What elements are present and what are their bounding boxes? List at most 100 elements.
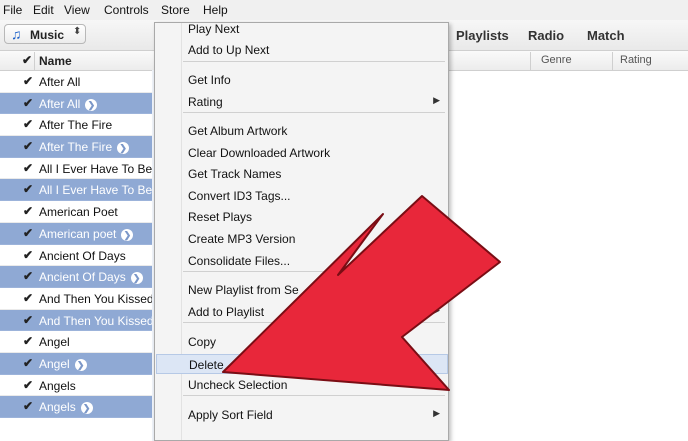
context-menu-item[interactable]: Get Album Artwork [156,121,448,141]
context-menu-item[interactable]: Get Info [156,70,448,90]
song-list: ✔ After All ✔ After All ❯ ✔ After The Fire ✔ Aft… [0,71,152,441]
song-row[interactable]: ✔ And Then You Kissed [0,288,152,310]
song-row[interactable]: ✔ Angel [0,331,152,353]
context-menu: Play Next Add to Up Next Get Info Rating ▶ Ge… [154,22,449,441]
header-divider [34,52,35,70]
header-genre-column[interactable]: Genre [541,54,572,66]
song-checkbox[interactable]: ✔ [23,139,33,153]
library-selector-button[interactable]: ♫ Music ⬍ [4,24,86,44]
header-check-column[interactable]: ✔ [22,53,32,67]
header-divider [530,52,531,70]
song-name: American poet ❯ [39,227,134,241]
context-menu-item[interactable]: Create MP3 Version [156,229,448,249]
header-rating-column[interactable]: Rating [620,54,652,66]
tab-match[interactable]: Match [587,28,625,43]
song-name: After The Fire [39,118,112,132]
menu-help[interactable]: Help [203,3,228,17]
song-row[interactable]: ✔ After The Fire [0,114,152,137]
menu-view[interactable]: View [64,3,90,17]
context-menu-separator [183,61,445,62]
song-checkbox[interactable]: ✔ [23,74,33,88]
context-menu-item-label: Consolidate Files... [188,254,291,268]
song-row[interactable]: ✔ Angels [0,375,152,397]
song-row[interactable]: ✔ All I Ever Have To Be❯ [0,179,152,202]
context-menu-item[interactable]: Add to Up Next [156,40,448,60]
song-title-text: Angel [39,356,70,371]
context-menu-item[interactable]: Convert ID3 Tags... [156,186,448,206]
song-row[interactable]: ✔ All I Ever Have To Be [0,158,152,180]
song-name: All I Ever Have To Be❯ [39,183,152,197]
song-checkbox[interactable]: ✔ [23,313,33,327]
header-name-column[interactable]: Name [39,54,72,68]
song-name: All I Ever Have To Be [39,162,152,176]
arrow-circle-icon[interactable]: ❯ [74,358,87,371]
context-menu-item[interactable]: Uncheck Selection [156,375,448,395]
menu-file[interactable]: File [3,3,22,17]
context-menu-item[interactable]: Clear Downloaded Artwork [156,143,448,163]
context-menu-item[interactable]: Add to Playlist ▶ [156,302,448,322]
song-checkbox[interactable]: ✔ [23,204,33,218]
tab-playlists[interactable]: Playlists [456,28,509,43]
context-menu-item-label: Apply Sort Field [188,408,273,422]
song-name: Angel ❯ [39,357,87,371]
context-menu-item[interactable]: Apply Sort Field ▶ [156,405,448,425]
song-title-text: Angels [39,378,76,393]
context-menu-item[interactable]: Consolidate Files... [156,251,448,271]
song-row[interactable]: ✔ American poet ❯ [0,222,152,245]
song-checkbox[interactable]: ✔ [23,399,33,413]
context-menu-item-label: New Playlist from Se [188,283,299,297]
menu-bar: File Edit View Controls Store Help [0,0,688,21]
submenu-arrow-icon: ▶ [433,408,440,418]
context-menu-item-label: Get Track Names [188,167,282,181]
song-row[interactable]: ✔ After The Fire ❯ [0,136,152,158]
song-row[interactable]: ✔ Angels ❯ [0,396,152,418]
song-title-text: All I Ever Have To Be [39,161,152,176]
context-menu-item[interactable]: Get Track Names [156,164,448,184]
context-menu-item-label: Uncheck Selection [188,378,288,392]
arrow-circle-icon[interactable]: ❯ [117,141,130,154]
song-checkbox[interactable]: ✔ [23,117,33,131]
song-row[interactable]: ✔ Ancient Of Days [0,245,152,267]
context-menu-item[interactable]: New Playlist from Se [156,280,448,300]
context-menu-item[interactable]: Rating ▶ [156,92,448,112]
submenu-arrow-icon: ▶ [433,305,440,315]
song-row[interactable]: ✔ After All [0,71,152,93]
song-checkbox[interactable]: ✔ [23,334,33,348]
song-checkbox[interactable]: ✔ [23,96,33,110]
song-checkbox[interactable]: ✔ [23,291,33,305]
song-name: Ancient Of Days ❯ [39,270,143,284]
menu-controls[interactable]: Controls [104,3,149,17]
song-row[interactable]: ✔ Ancient Of Days ❯ [0,266,152,288]
song-checkbox[interactable]: ✔ [23,378,33,392]
context-menu-item[interactable]: Delete [156,354,448,374]
song-name: American Poet [39,205,118,219]
song-checkbox[interactable]: ✔ [23,226,33,240]
song-row[interactable]: ✔ American Poet [0,201,152,223]
song-checkbox[interactable]: ✔ [23,269,33,283]
menu-edit[interactable]: Edit [33,3,54,17]
song-checkbox[interactable]: ✔ [23,356,33,370]
tab-radio[interactable]: Radio [528,28,564,43]
context-menu-item-label: Add to Playlist [188,305,265,319]
context-menu-item-label: Reset Plays [188,210,253,224]
song-name: And Then You Kissed❯ [39,314,152,328]
song-name: Angel [39,335,70,349]
song-row[interactable]: ✔ Angel ❯ [0,352,152,375]
arrow-circle-icon[interactable]: ❯ [85,98,98,111]
song-title-text: Ancient Of Days [39,248,126,263]
song-checkbox[interactable]: ✔ [23,182,33,196]
context-menu-item[interactable]: Reset Plays [156,207,448,227]
song-checkbox[interactable]: ✔ [23,161,33,175]
song-name: After All ❯ [39,97,98,111]
context-menu-item[interactable]: Copy [156,332,448,352]
song-row[interactable]: ✔ And Then You Kissed❯ [0,309,152,332]
song-row[interactable]: ✔ After All ❯ [0,92,152,115]
arrow-circle-icon[interactable]: ❯ [121,228,134,241]
context-menu-separator [183,112,445,113]
song-title-text: All I Ever Have To Be [39,183,152,198]
menu-store[interactable]: Store [161,3,190,17]
arrow-circle-icon[interactable]: ❯ [80,402,93,415]
arrow-circle-icon[interactable]: ❯ [130,272,143,285]
context-menu-item[interactable]: Play Next [156,19,448,39]
song-checkbox[interactable]: ✔ [23,248,33,262]
